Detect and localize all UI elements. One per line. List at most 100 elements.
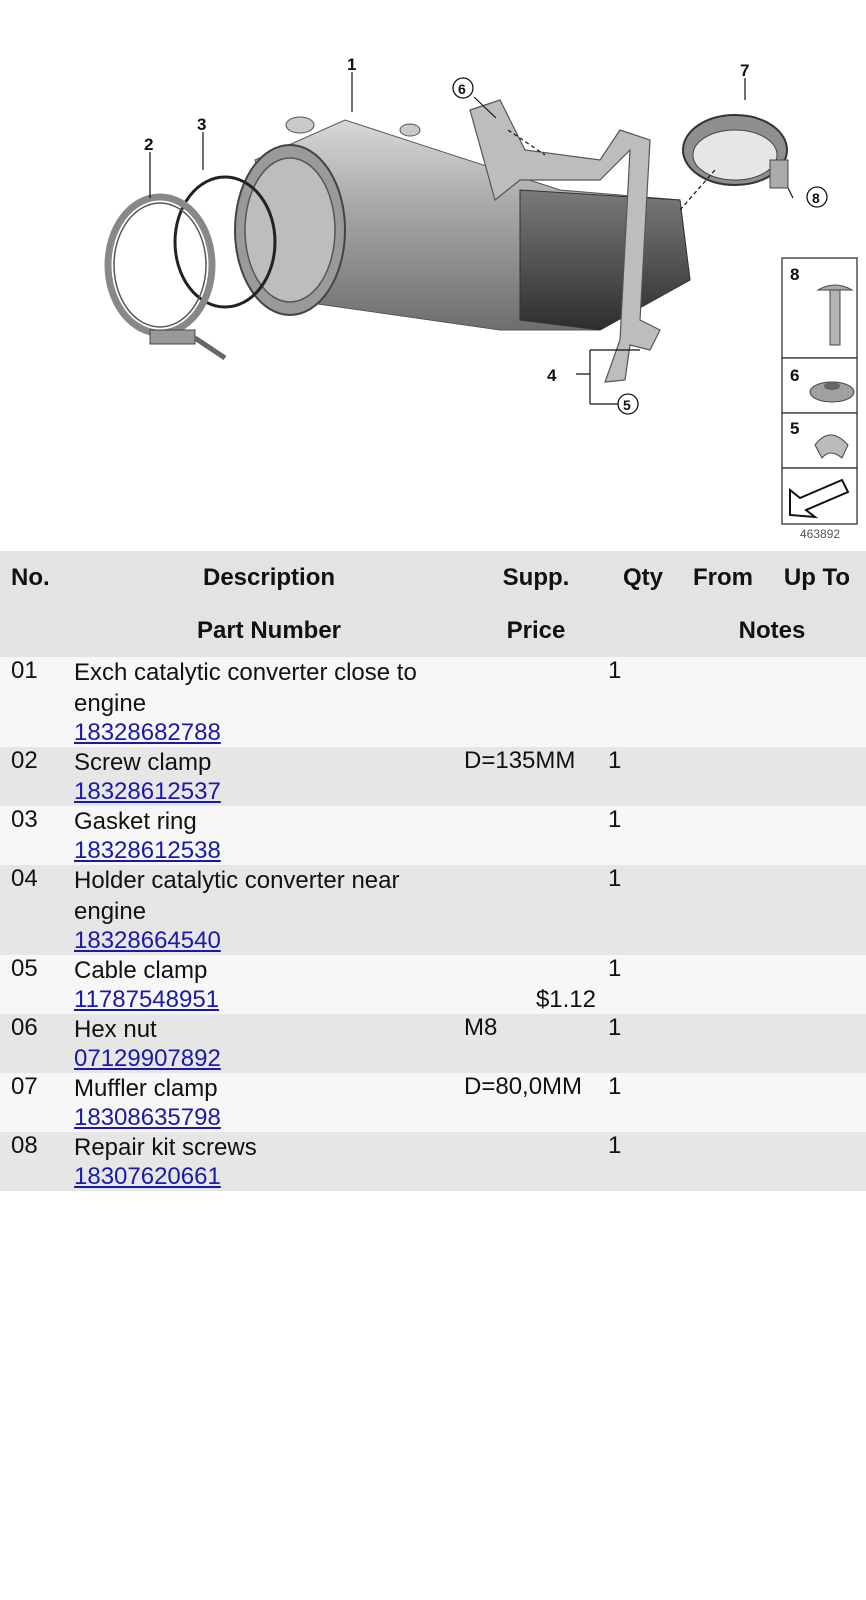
table-row: 02 Screw clamp D=135MM 1 xyxy=(0,747,866,778)
part-from xyxy=(678,1014,768,1045)
part-quantity: 1 xyxy=(608,1073,678,1104)
part-price xyxy=(464,778,608,806)
part-supplement xyxy=(464,955,608,986)
part-index: 08 xyxy=(0,1132,74,1163)
row-spacer xyxy=(0,986,74,1014)
table-row: 06 Hex nut M8 1 xyxy=(0,1014,866,1045)
part-quantity: 1 xyxy=(608,1132,678,1163)
header-notes: Notes xyxy=(678,604,866,657)
header-blank xyxy=(0,604,74,657)
part-number-link[interactable]: 18307620661 xyxy=(74,1163,221,1190)
part-number-cell: 07129907892 xyxy=(74,1045,464,1073)
part-description: Muffler clamp xyxy=(74,1073,464,1104)
part-description: Cable clamp xyxy=(74,955,464,986)
part-notes xyxy=(678,1045,866,1073)
table-row-detail: 11787548951 $1.12 xyxy=(0,986,866,1014)
table-row: 01 Exch catalytic converter close to engi… xyxy=(0,657,866,719)
callout-7: 7 xyxy=(740,61,749,80)
row-spacer xyxy=(608,1104,678,1132)
part-up-to xyxy=(768,1014,866,1045)
part-up-to xyxy=(768,657,866,719)
part-number-cell: 18308635798 xyxy=(74,1104,464,1132)
part-index: 03 xyxy=(0,806,74,837)
header-supp: Supp. xyxy=(464,551,608,604)
part-description: Exch catalytic converter close to engine xyxy=(74,657,464,719)
part-number-link[interactable]: 11787548951 xyxy=(74,986,219,1013)
callout-3: 3 xyxy=(197,115,206,134)
row-spacer xyxy=(608,778,678,806)
part-description: Hex nut xyxy=(74,1014,464,1045)
callout-6: 6 xyxy=(458,81,466,97)
part-index: 07 xyxy=(0,1073,74,1104)
part-price xyxy=(464,719,608,747)
part-supplement xyxy=(464,806,608,837)
part-quantity: 1 xyxy=(608,806,678,837)
part-number-link[interactable]: 18328682788 xyxy=(74,719,221,746)
row-spacer xyxy=(0,1045,74,1073)
part-quantity: 1 xyxy=(608,747,678,778)
table-row-detail: 18307620661 xyxy=(0,1163,866,1191)
part-from xyxy=(678,955,768,986)
muffler-clamp-shape xyxy=(682,114,789,189)
screw-clamp-shape xyxy=(104,193,227,361)
part-description: Screw clamp xyxy=(74,747,464,778)
part-number-link[interactable]: 18328612538 xyxy=(74,837,221,864)
diagram-reference-number: 463892 xyxy=(800,527,840,541)
part-from xyxy=(678,1073,768,1104)
part-from xyxy=(678,865,768,927)
part-number-link[interactable]: 18308635798 xyxy=(74,1104,221,1131)
row-spacer xyxy=(608,837,678,865)
table-row-detail: 07129907892 xyxy=(0,1045,866,1073)
part-notes xyxy=(678,927,866,955)
part-number-link[interactable]: 18328664540 xyxy=(74,927,221,954)
part-number-cell: 18328612538 xyxy=(74,837,464,865)
callout-5: 5 xyxy=(623,397,631,413)
part-notes xyxy=(678,719,866,747)
row-spacer xyxy=(608,927,678,955)
callout-4: 4 xyxy=(547,366,557,385)
table-row: 07 Muffler clamp D=80,0MM 1 xyxy=(0,1073,866,1104)
table-row-detail: 18328682788 xyxy=(0,719,866,747)
part-up-to xyxy=(768,806,866,837)
header-row-2: Part Number Price Notes xyxy=(0,604,866,657)
part-number-link[interactable]: 18328612537 xyxy=(74,778,221,805)
part-quantity: 1 xyxy=(608,865,678,927)
row-spacer xyxy=(0,778,74,806)
part-up-to xyxy=(768,955,866,986)
part-supplement xyxy=(464,865,608,927)
row-spacer xyxy=(0,837,74,865)
row-spacer xyxy=(608,1045,678,1073)
part-price xyxy=(464,1045,608,1073)
part-number-link[interactable]: 07129907892 xyxy=(74,1045,221,1072)
row-spacer xyxy=(0,927,74,955)
row-spacer xyxy=(0,719,74,747)
part-description: Repair kit screws xyxy=(74,1132,464,1163)
part-notes xyxy=(678,778,866,806)
callout-2: 2 xyxy=(144,135,153,154)
part-up-to xyxy=(768,1073,866,1104)
part-supplement xyxy=(464,1132,608,1163)
part-description: Gasket ring xyxy=(74,806,464,837)
header-row-1: No. Description Supp. Qty From Up To xyxy=(0,551,866,604)
part-supplement: M8 xyxy=(464,1014,608,1045)
callout-1: 1 xyxy=(347,55,356,74)
part-price xyxy=(464,927,608,955)
part-index: 05 xyxy=(0,955,74,986)
part-quantity: 1 xyxy=(608,657,678,719)
part-notes xyxy=(678,837,866,865)
parts-table: No. Description Supp. Qty From Up To Par… xyxy=(0,551,866,1191)
exploded-view-illustration: 1 2 3 4 5 6 7 8 8 6 5 463892 xyxy=(104,55,858,541)
row-spacer xyxy=(0,1104,74,1132)
callout-8: 8 xyxy=(812,190,820,206)
inset-label-6: 6 xyxy=(790,366,799,385)
part-up-to xyxy=(768,1132,866,1163)
small-parts-inset: 8 6 5 xyxy=(781,257,858,525)
header-description: Description xyxy=(74,551,464,604)
table-row-detail: 18308635798 xyxy=(0,1104,866,1132)
header-up-to: Up To xyxy=(768,551,866,604)
part-price xyxy=(464,837,608,865)
part-from xyxy=(678,657,768,719)
header-blank xyxy=(608,604,678,657)
table-row: 03 Gasket ring 1 xyxy=(0,806,866,837)
row-spacer xyxy=(608,986,678,1014)
